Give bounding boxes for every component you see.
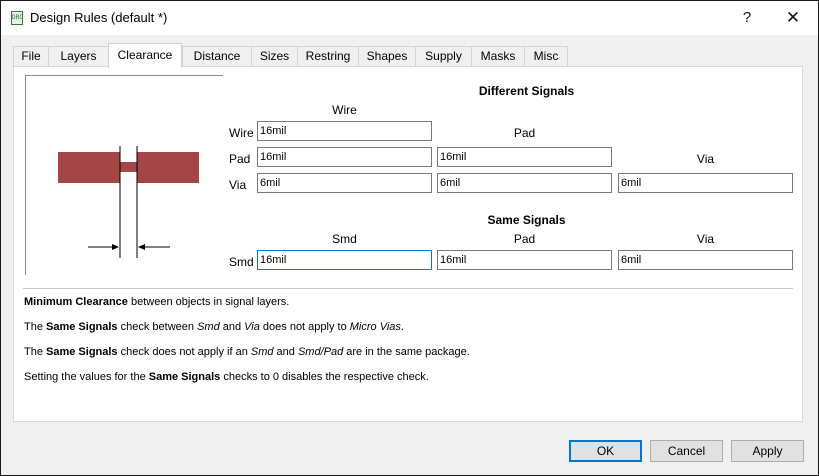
pad-pad-input[interactable] — [437, 147, 612, 167]
description-line-1: Minimum Clearance between objects in sig… — [24, 296, 290, 308]
separator — [23, 288, 793, 289]
clearance-panel: Different Signals Wire Pad Via Wire Pad … — [13, 66, 803, 422]
description-line-2: The Same Signals check between Smd and V… — [24, 321, 404, 333]
via-via-input[interactable] — [618, 173, 793, 193]
tab-sizes[interactable]: Sizes — [251, 46, 297, 67]
arrowhead-right-icon — [138, 244, 145, 250]
window-title: Design Rules (default *) — [30, 10, 168, 25]
tab-supply[interactable]: Supply — [415, 46, 471, 67]
description-line-3: The Same Signals check does not apply if… — [24, 346, 470, 358]
same-col-pad: Pad — [513, 232, 536, 246]
tab-distance[interactable]: Distance — [182, 46, 251, 67]
tab-misc[interactable]: Misc — [524, 46, 568, 67]
description-line-4: Setting the values for the Same Signals … — [24, 371, 429, 383]
arrowhead-left-icon — [112, 244, 119, 250]
clearance-diagram — [58, 146, 199, 258]
title-bar: DRC Design Rules (default *) ? ✕ — [1, 1, 818, 35]
wire-shape-right — [137, 152, 199, 183]
same-col-via: Via — [696, 232, 715, 246]
via-wire-input[interactable] — [257, 173, 432, 193]
diff-col-via: Via — [696, 152, 715, 166]
diff-col-wire: Wire — [332, 103, 357, 117]
wire-shape-left — [58, 152, 120, 183]
tab-file[interactable]: File — [13, 46, 48, 67]
tab-clearance[interactable]: Clearance — [108, 43, 182, 68]
apply-button[interactable]: Apply — [731, 440, 804, 462]
diff-row-pad: Pad — [229, 152, 251, 166]
tab-restring[interactable]: Restring — [297, 46, 358, 67]
via-pad-input[interactable] — [437, 173, 612, 193]
tab-shapes[interactable]: Shapes — [358, 46, 415, 67]
help-icon[interactable]: ? — [729, 5, 765, 31]
different-signals-title: Different Signals — [478, 84, 575, 98]
cancel-button[interactable]: Cancel — [650, 440, 723, 462]
same-row-smd: Smd — [229, 255, 254, 269]
wire-wire-input[interactable] — [257, 121, 432, 141]
ok-button[interactable]: OK — [569, 440, 642, 462]
app-icon: DRC — [11, 11, 23, 25]
pad-wire-input[interactable] — [257, 147, 432, 167]
diff-col-pad: Pad — [513, 126, 536, 140]
close-icon[interactable]: ✕ — [775, 5, 811, 31]
clearance-preview — [25, 75, 223, 275]
smd-smd-input[interactable] — [257, 250, 432, 270]
diff-row-via: Via — [229, 178, 247, 192]
same-signals-title: Same Signals — [487, 213, 566, 227]
smd-pad-input[interactable] — [437, 250, 612, 270]
tab-layers[interactable]: Layers — [48, 46, 108, 67]
same-col-smd: Smd — [332, 232, 357, 246]
tab-masks[interactable]: Masks — [471, 46, 524, 67]
diff-row-wire: Wire — [229, 126, 254, 140]
wire-shape-narrow — [120, 162, 137, 172]
design-rules-dialog: DRC Design Rules (default *) ? ✕ File La… — [1, 1, 818, 475]
smd-via-input[interactable] — [618, 250, 793, 270]
